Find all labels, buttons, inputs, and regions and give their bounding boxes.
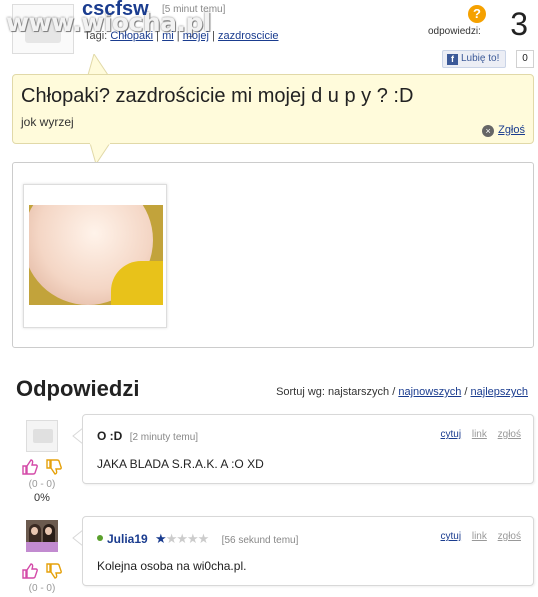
thumb-down-icon[interactable] <box>44 562 62 580</box>
tag-link[interactable]: zazdroscicie <box>218 30 279 42</box>
reply-author[interactable]: Julia19 <box>107 532 148 546</box>
sort-best-link[interactable]: najlepszych <box>471 386 528 398</box>
quote-link[interactable]: cytuj <box>441 429 462 440</box>
like-label: Lubię to! <box>461 53 500 64</box>
question-time: [5 minut temu] <box>162 4 226 15</box>
reply-time: [56 sekund temu] <box>221 535 299 546</box>
thumb-up-icon[interactable] <box>20 562 38 580</box>
reply-header: Julia19 ★★★★★ [56 sekund temu] <box>97 531 298 547</box>
answers-label: odpowiedzi: <box>428 26 481 37</box>
image-panel <box>12 162 534 348</box>
responses-title: Odpowiedzi <box>16 376 140 401</box>
rating-stars: ★★★★★ <box>155 531 210 546</box>
permalink[interactable]: link <box>472 531 487 542</box>
attached-photo[interactable] <box>23 184 167 328</box>
online-status-icon <box>97 535 103 541</box>
like-count: 0 <box>516 50 534 68</box>
sort-options: Sortuj wg: najstarszych / najnowszych / … <box>276 386 528 398</box>
quote-link[interactable]: cytuj <box>441 531 462 542</box>
reply-card: O :D [2 minuty temu] cytuj link zgłoś JA… <box>82 414 534 484</box>
reply-time: [2 minuty temu] <box>129 432 199 443</box>
reply-avatar[interactable] <box>26 420 58 452</box>
facebook-like-button[interactable]: f Lubię to! <box>442 50 507 68</box>
reply-text: JAKA BLADA S.R.A.K. A :O XD <box>97 457 264 471</box>
star-filled-icon: ★ <box>155 531 167 546</box>
tag-link[interactable]: mojej <box>183 30 209 42</box>
photo-image <box>29 205 163 305</box>
bubble-tail <box>87 54 111 76</box>
answers-count: 3 <box>510 6 528 42</box>
report-link[interactable]: Zgłoś <box>498 124 525 136</box>
question-body: jok wyrzej <box>21 115 74 129</box>
report-button[interactable]: × Zgłoś <box>482 124 525 137</box>
question-bubble: Chłopaki? zazdrościcie mi mojej d u p y … <box>12 74 534 144</box>
sort-newest-link[interactable]: najnowszych <box>398 386 461 398</box>
vote-percent: 0% <box>34 492 50 504</box>
reply-actions: cytuj link zgłoś <box>433 429 522 440</box>
star-empty-icon: ★ <box>197 531 210 546</box>
facebook-icon: f <box>447 54 458 65</box>
vote-score: (0 - 0) <box>28 583 56 594</box>
reply-card: Julia19 ★★★★★ [56 sekund temu] cytuj lin… <box>82 516 534 586</box>
report-reply-link[interactable]: zgłoś <box>498 531 521 542</box>
reply-author[interactable]: O :D <box>97 429 122 443</box>
star-empty-icon: ★ <box>187 531 199 546</box>
question-author-link[interactable]: cscfsw <box>82 0 149 21</box>
star-empty-icon: ★ <box>165 531 178 546</box>
thumb-down-icon[interactable] <box>44 458 62 476</box>
reply-avatar[interactable] <box>26 520 58 552</box>
tag-link[interactable]: mi <box>162 30 174 42</box>
tag-list: Tagi: Chłopaki | mi | mojej | zazdroscic… <box>84 30 279 42</box>
question-mark-icon: ? <box>468 5 486 23</box>
thumb-up-icon[interactable] <box>20 458 38 476</box>
vote-score: (0 - 0) <box>28 479 56 490</box>
report-reply-link[interactable]: zgłoś <box>498 429 521 440</box>
sort-label: Sortuj wg: najstarszych / <box>276 386 396 398</box>
star-empty-icon: ★ <box>176 531 188 546</box>
answers-meta: ? odpowiedzi: 3 <box>428 2 528 42</box>
sort-separator: / <box>464 386 468 398</box>
question-title: Chłopaki? zazdrościcie mi mojej d u p y … <box>21 85 414 107</box>
tag-link[interactable]: Chłopaki <box>110 30 153 42</box>
tags-label: Tagi: <box>84 30 108 42</box>
reply-actions: cytuj link zgłoś <box>433 531 522 542</box>
permalink[interactable]: link <box>472 429 487 440</box>
close-icon: × <box>482 125 495 137</box>
reply-header: O :D [2 minuty temu] <box>97 429 198 443</box>
reply-text: Kolejna osoba na wi0cha.pl. <box>97 559 247 573</box>
